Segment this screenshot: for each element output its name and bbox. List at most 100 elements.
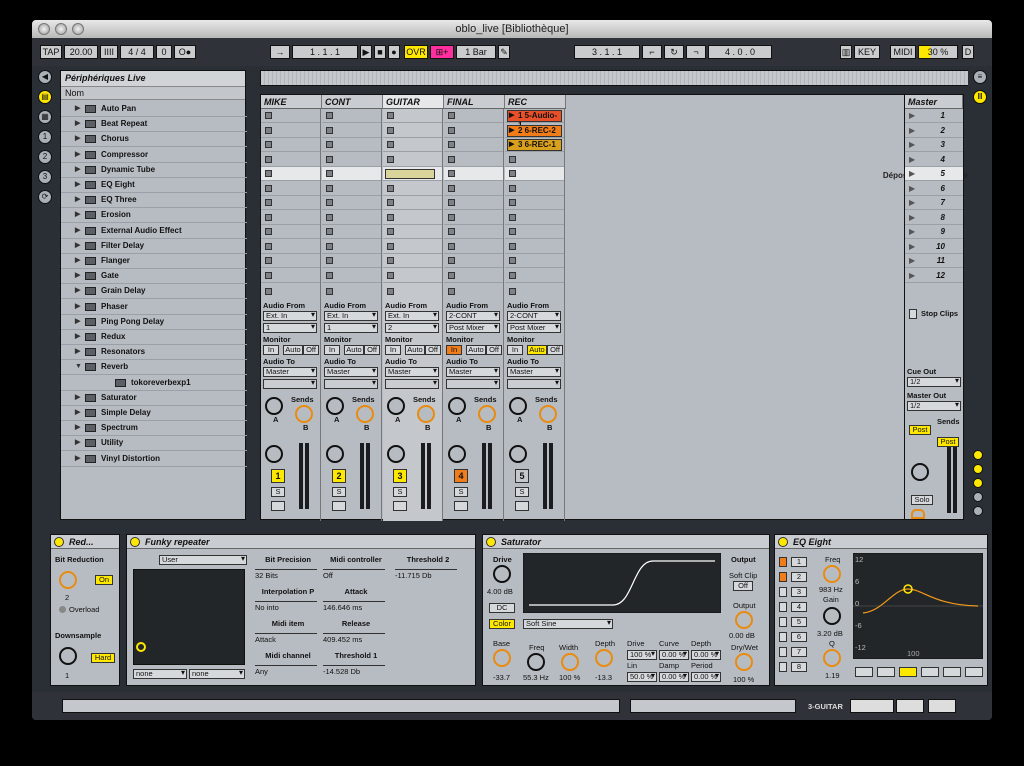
eq-band-led[interactable] bbox=[779, 617, 787, 627]
soft-clip-button[interactable]: Off bbox=[733, 581, 753, 591]
clip-slot[interactable] bbox=[383, 240, 442, 254]
monitor-off-button[interactable]: Off bbox=[547, 345, 563, 355]
preset-select[interactable]: User bbox=[159, 555, 247, 565]
eq-band-button[interactable]: 8 bbox=[791, 662, 807, 672]
clip-slot[interactable] bbox=[505, 182, 564, 196]
saturator-power-icon[interactable] bbox=[486, 537, 496, 547]
punch-in-icon[interactable]: ⌐ bbox=[642, 45, 662, 59]
clip-slot[interactable] bbox=[444, 225, 503, 239]
clip-slot[interactable] bbox=[383, 153, 442, 167]
scene-play-icon[interactable]: ▶ bbox=[909, 240, 915, 254]
browser-item[interactable]: ▶ EQ Eight bbox=[61, 178, 247, 193]
browser-item[interactable]: ▶ Redux bbox=[61, 330, 247, 345]
send-b-knob[interactable] bbox=[539, 405, 557, 423]
clip-stop-icon[interactable] bbox=[448, 213, 455, 221]
input-channel-select[interactable]: Post Mixer bbox=[446, 323, 500, 333]
clip-slot[interactable] bbox=[444, 182, 503, 196]
clip-slot[interactable] bbox=[444, 196, 503, 210]
browser-item[interactable]: ▶ Compressor bbox=[61, 148, 247, 163]
xy-pad[interactable] bbox=[133, 569, 245, 665]
audio-from-select[interactable]: 2-CONT bbox=[446, 311, 500, 321]
browser-hide-icon[interactable]: ◀ bbox=[38, 70, 52, 84]
expand-icon[interactable]: ▶ bbox=[75, 345, 80, 359]
scene-play-icon[interactable]: ▶ bbox=[909, 124, 915, 138]
clip-stop-icon[interactable] bbox=[448, 271, 455, 279]
cue-volume-knob[interactable] bbox=[911, 509, 925, 519]
eq-freq-knob[interactable] bbox=[823, 565, 841, 583]
clip-stop-icon[interactable] bbox=[387, 184, 394, 192]
output-knob[interactable] bbox=[735, 611, 753, 629]
clip-stop-icon[interactable] bbox=[265, 271, 272, 279]
drywet-knob[interactable] bbox=[735, 653, 753, 671]
arrangement-view-icon[interactable]: ≡ bbox=[973, 70, 987, 84]
monitor-off-button[interactable]: Off bbox=[303, 345, 319, 355]
eq-band-button[interactable]: 7 bbox=[791, 647, 807, 657]
browser-item[interactable]: ▶ Gate bbox=[61, 269, 247, 285]
solo-button[interactable]: S bbox=[393, 487, 407, 497]
clip-slot[interactable] bbox=[322, 211, 381, 225]
clip-slot[interactable] bbox=[322, 196, 381, 210]
browser-item[interactable]: ▶ Erosion bbox=[61, 208, 247, 224]
clip-slot[interactable] bbox=[322, 225, 381, 239]
clip-slot[interactable] bbox=[505, 225, 564, 239]
param-slider[interactable] bbox=[255, 633, 317, 634]
eq-band-led[interactable] bbox=[779, 587, 787, 597]
waveshaper-value[interactable]: 0.00 % bbox=[659, 672, 689, 682]
audio-from-select[interactable]: Ext. In bbox=[263, 311, 317, 321]
clip-slot[interactable] bbox=[505, 269, 564, 283]
expand-icon[interactable]: ▶ bbox=[75, 178, 80, 192]
track-stop-icon[interactable] bbox=[387, 288, 394, 295]
downsample-knob[interactable] bbox=[59, 647, 77, 665]
clip-slot[interactable] bbox=[322, 182, 381, 196]
draw-mode-icon[interactable]: ✎ bbox=[498, 45, 510, 59]
clip-stop-icon[interactable] bbox=[509, 271, 516, 279]
clip-slot[interactable] bbox=[505, 167, 564, 181]
arm-button[interactable] bbox=[393, 501, 407, 511]
clip-stop-icon[interactable] bbox=[448, 126, 455, 134]
clip-slot[interactable] bbox=[322, 167, 381, 181]
clip-slot[interactable] bbox=[444, 124, 503, 138]
clip-stop-icon[interactable] bbox=[326, 184, 333, 192]
scene-play-icon[interactable]: ▶ bbox=[909, 225, 915, 239]
xy-cursor-icon[interactable] bbox=[136, 642, 146, 652]
clip-slot[interactable] bbox=[505, 196, 564, 210]
clip-slot[interactable] bbox=[261, 240, 320, 254]
audio-to-select[interactable]: Master bbox=[263, 367, 317, 377]
freq-knob[interactable] bbox=[527, 653, 545, 671]
clip-stop-icon[interactable] bbox=[448, 257, 455, 264]
follow-button[interactable]: → bbox=[270, 45, 290, 59]
clip-slot[interactable]: 2 6-REC-2 bbox=[505, 124, 564, 138]
browser-item[interactable]: ▶ Auto Pan bbox=[61, 102, 247, 117]
clip-stop-icon[interactable] bbox=[326, 170, 333, 177]
expand-icon[interactable]: ▶ bbox=[75, 193, 80, 207]
expand-icon[interactable]: ▶ bbox=[75, 254, 80, 268]
clip-stop-icon[interactable] bbox=[448, 184, 455, 192]
scene-play-icon[interactable]: ▶ bbox=[909, 167, 915, 181]
song-position-field[interactable]: 1 . 1 . 1 bbox=[292, 45, 358, 59]
clip-stop-icon[interactable] bbox=[265, 199, 272, 206]
monitor-in-button[interactable]: In bbox=[385, 345, 401, 355]
clip-view-icon[interactable] bbox=[896, 699, 924, 713]
track-title[interactable]: CONT bbox=[322, 95, 383, 109]
keyboard-icon[interactable]: ▥ bbox=[840, 45, 852, 59]
pan-knob[interactable] bbox=[448, 445, 466, 463]
eq-band-led[interactable] bbox=[779, 602, 787, 612]
clip-stop-icon[interactable] bbox=[265, 141, 272, 148]
clip-slot[interactable] bbox=[383, 269, 442, 283]
pan-knob[interactable] bbox=[326, 445, 344, 463]
clip-slot[interactable] bbox=[505, 153, 564, 167]
eq-filter-shape-button[interactable] bbox=[921, 667, 939, 677]
monitor-off-button[interactable]: Off bbox=[364, 345, 380, 355]
clip-slot[interactable] bbox=[322, 138, 381, 152]
overdub-button[interactable]: OVR bbox=[404, 45, 428, 59]
browser-item[interactable]: ▶ Saturator bbox=[61, 391, 247, 406]
clip-slot[interactable] bbox=[261, 269, 320, 283]
expand-icon[interactable]: ▶ bbox=[75, 117, 80, 131]
input-channel-select[interactable]: Post Mixer bbox=[507, 323, 561, 333]
clip[interactable]: 1 5-Audio-1 bbox=[507, 110, 562, 130]
clip-stop-icon[interactable] bbox=[387, 141, 394, 148]
clip-stop-icon[interactable] bbox=[265, 155, 272, 163]
expand-icon[interactable]: ▶ bbox=[75, 102, 80, 116]
browser-name-column[interactable]: Nom bbox=[61, 87, 245, 100]
clip-stop-icon[interactable] bbox=[387, 126, 394, 134]
